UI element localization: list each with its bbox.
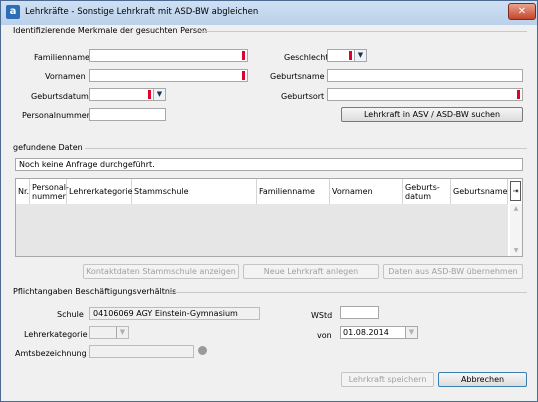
window-title: Lehrkräfte - Sonstige Lehrkraft mit ASD-…: [25, 7, 259, 17]
amtsbezeichnung-field[interactable]: [89, 345, 194, 358]
section-divider: [199, 31, 527, 32]
table-header: Nr. Personal- nummer Lehrerkategorie Sta…: [16, 179, 508, 205]
geschlecht-label: Geschlecht: [284, 53, 329, 62]
geschlecht-select[interactable]: ▼: [327, 49, 367, 62]
personalnummer-label: Personalnummer: [22, 111, 90, 120]
vornamen-input[interactable]: [89, 69, 248, 82]
show-contact-button[interactable]: Kontaktdaten Stammschule anzeigen: [83, 264, 239, 279]
dialog-window: a Lehrkräfte - Sonstige Lehrkraft mit AS…: [0, 0, 538, 402]
results-table[interactable]: Nr. Personal- nummer Lehrerkategorie Sta…: [15, 178, 523, 257]
section-divider: [169, 292, 527, 293]
calendar-dropdown-icon[interactable]: ▼: [153, 89, 165, 100]
wstd-input[interactable]: [340, 306, 379, 319]
chevron-down-icon[interactable]: ▼: [116, 327, 128, 338]
wstd-label: WStd: [311, 311, 333, 320]
app-icon: a: [6, 5, 20, 19]
required-marker: [242, 51, 245, 60]
new-lehrkraft-button[interactable]: Neue Lehrkraft anlegen: [243, 264, 379, 279]
von-date-input[interactable]: 01.08.2014 ▼: [340, 326, 418, 339]
cancel-button[interactable]: Abbrechen: [438, 372, 527, 387]
geburtsdatum-input[interactable]: ▼: [89, 88, 166, 101]
status-message: Noch keine Anfrage durchgeführt.: [15, 158, 523, 171]
required-marker: [148, 90, 151, 99]
column-header-personalnummer[interactable]: Personal- nummer: [30, 179, 69, 204]
von-value: 01.08.2014: [343, 328, 389, 337]
save-lehrkraft-button[interactable]: Lehrkraft speichern: [341, 372, 434, 387]
geburtsname-label: Geburtsname: [270, 72, 325, 81]
employment-section-title: Pflichtangaben Beschäftigungsverhältnis: [13, 287, 177, 296]
geburtsort-label: Geburtsort: [281, 92, 325, 101]
column-header-vornamen[interactable]: Vornamen: [330, 179, 403, 204]
close-button[interactable]: ✕: [508, 3, 536, 20]
results-section-title: gefundene Daten: [13, 143, 83, 152]
geburtsort-input[interactable]: [327, 88, 523, 101]
vertical-scrollbar[interactable]: ▲ ▼: [510, 204, 522, 256]
search-lehrkraft-button[interactable]: Lehrkraft in ASV / ASD-BW suchen: [341, 107, 523, 122]
familienname-input[interactable]: [89, 49, 248, 62]
column-header-stammschule[interactable]: Stammschule: [132, 179, 257, 204]
required-marker: [349, 51, 352, 60]
familienname-label: Familienname: [34, 53, 90, 62]
geburtsname-input[interactable]: [327, 69, 523, 82]
calendar-dropdown-icon[interactable]: ▼: [405, 327, 417, 338]
chevron-down-icon[interactable]: ▼: [354, 50, 366, 61]
column-header-lehrerkategorie[interactable]: Lehrerkategorie: [67, 179, 133, 204]
column-header-nr[interactable]: Nr.: [16, 179, 30, 204]
scroll-up-icon[interactable]: ▲: [510, 205, 522, 213]
von-label: von: [317, 331, 332, 340]
required-marker: [517, 90, 520, 99]
table-body[interactable]: [16, 204, 508, 256]
column-header-geburtsdatum[interactable]: Geburts- datum: [403, 179, 451, 204]
section-divider: [85, 148, 527, 149]
lehrerkategorie-label: Lehrerkategorie: [24, 330, 88, 339]
column-header-geburtsname[interactable]: Geburtsname: [451, 179, 508, 204]
lehrerkategorie-select[interactable]: ▼: [89, 326, 129, 339]
amtsbezeichnung-label: Amtsbezeichnung: [15, 349, 87, 358]
schule-label: Schule: [57, 310, 84, 319]
title-bar[interactable]: a Lehrkräfte - Sonstige Lehrkraft mit AS…: [1, 1, 537, 25]
apply-asd-data-button[interactable]: Daten aus ASD-BW übernehmen: [383, 264, 523, 279]
geburtsdatum-label: Geburtsdatum: [31, 92, 89, 101]
personalnummer-input[interactable]: [89, 108, 166, 121]
required-marker: [242, 71, 245, 80]
column-header-familienname[interactable]: Familienname: [257, 179, 330, 204]
search-section-title: Identifizierende Merkmale der gesuchten …: [13, 26, 208, 35]
schule-field: 04106069 AGY Einstein-Gymnasium: [89, 307, 260, 320]
column-chooser-icon[interactable]: ⇥: [510, 181, 521, 201]
status-indicator-icon: [198, 346, 207, 355]
vornamen-label: Vornamen: [45, 72, 86, 81]
scroll-down-icon[interactable]: ▼: [510, 247, 522, 255]
